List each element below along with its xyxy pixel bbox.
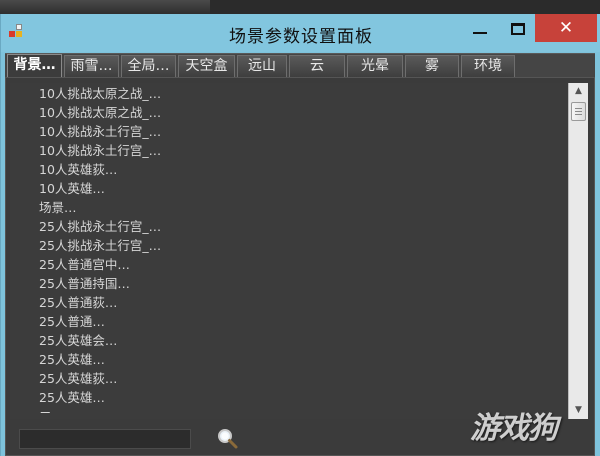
site-watermark: 游戏狗 (470, 411, 558, 446)
list-item[interactable]: 25人挑战永土行宫_… (39, 217, 161, 236)
tab-background[interactable]: 背景… (7, 54, 62, 78)
chevron-up-icon: ▲ (575, 86, 582, 96)
tab-content-panel: 10人挑战太原之战_… 10人挑战太原之战_… 10人挑战永土行宫_… 10人挑… (5, 77, 595, 456)
list-item[interactable]: 10人挑战太原之战_… (39, 103, 161, 122)
list-item[interactable]: 25人普通持国… (39, 274, 130, 293)
tab-cloud[interactable]: 云 (289, 55, 345, 77)
tab-halo[interactable]: 光晕 (347, 55, 403, 77)
tab-rain-snow[interactable]: 雨雪… (64, 55, 119, 77)
title-bar[interactable]: 场景参数设置面板 ✕ (1, 14, 600, 52)
magnifier-icon (218, 429, 238, 449)
list-item[interactable]: 二… (39, 407, 64, 419)
list-item[interactable]: 25人英雄会… (39, 331, 117, 350)
scene-list[interactable]: 10人挑战太原之战_… 10人挑战太原之战_… 10人挑战永土行宫_… 10人挑… (10, 83, 568, 419)
background-window-titlebar (0, 0, 210, 14)
list-item[interactable]: 10人挑战永土行宫_… (39, 141, 161, 160)
list-item[interactable]: 25人普通… (39, 312, 105, 331)
tab-global[interactable]: 全局… (121, 55, 176, 77)
tab-distant-mountain[interactable]: 远山 (237, 55, 287, 77)
list-item[interactable]: 25人挑战永土行宫_… (39, 236, 161, 255)
search-input[interactable] (19, 429, 191, 449)
tab-strip: 背景… 雨雪… 全局… 天空盒 远山 云 光晕 雾 环境 (5, 53, 595, 78)
close-button[interactable]: ✕ (535, 14, 597, 42)
list-item[interactable]: 10人挑战太原之战_… (39, 84, 161, 103)
list-item[interactable]: 场景… (39, 198, 77, 217)
search-button[interactable] (215, 427, 239, 451)
list-item[interactable]: 25人英雄… (39, 350, 105, 369)
scene-settings-window: 场景参数设置面板 ✕ 背景… 雨雪… 全局… 天空盒 远山 云 光晕 雾 环境 … (0, 14, 600, 456)
close-icon: ✕ (558, 18, 574, 38)
list-item[interactable]: 25人普通宫中… (39, 255, 130, 274)
list-item[interactable]: 25人英雄荻… (39, 369, 117, 388)
scroll-thumb[interactable] (571, 102, 586, 121)
list-item[interactable]: 10人英雄… (39, 179, 105, 198)
scroll-up-button[interactable]: ▲ (569, 83, 588, 100)
minimize-icon (473, 32, 487, 34)
list-item[interactable]: 25人普通荻… (39, 293, 117, 312)
list-item[interactable]: 10人挑战永土行宫_… (39, 122, 161, 141)
tab-skybox[interactable]: 天空盒 (178, 55, 235, 77)
tab-environment[interactable]: 环境 (461, 55, 515, 77)
list-item[interactable]: 10人英雄荻… (39, 160, 117, 179)
maximize-icon (511, 23, 525, 35)
tab-fog[interactable]: 雾 (405, 55, 459, 77)
list-item[interactable]: 25人英雄… (39, 388, 105, 407)
list-scrollbar[interactable]: ▲ ▼ (568, 83, 588, 419)
